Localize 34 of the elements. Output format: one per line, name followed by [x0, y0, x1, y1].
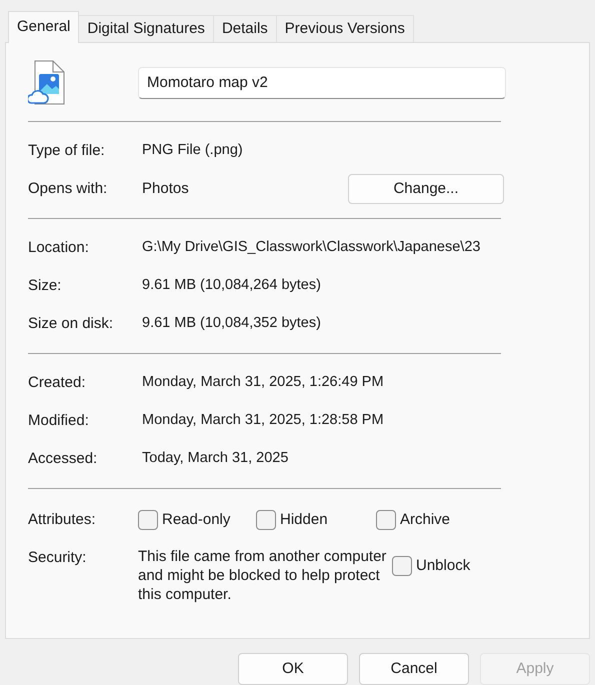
property-value: 9.61 MB (10,084,352 bytes) — [142, 314, 321, 334]
property-label: Size on disk: — [28, 314, 114, 334]
property-value: Photos — [142, 178, 190, 199]
checkbox[interactable] — [392, 556, 412, 576]
property-label: Modified: — [28, 410, 90, 431]
property-label: Accessed: — [28, 448, 98, 469]
tab[interactable]: Previous Versions — [276, 14, 414, 42]
change-button[interactable]: Change... — [348, 174, 504, 204]
property-value: PNG File (.png) — [142, 141, 243, 160]
checkbox[interactable] — [376, 510, 396, 530]
property-value: G:\My Drive\GIS_Classwork\Classwork\Japanese\23 — [142, 238, 480, 258]
property-value: Today, March 31, 2025 — [142, 449, 288, 468]
property-label: Security: — [28, 548, 88, 568]
checkbox-label: Hidden — [280, 510, 328, 530]
checkbox-label: Read-only — [162, 510, 230, 530]
property-value: Monday, March 31, 2025, 1:26:49 PM — [142, 373, 384, 392]
property-label: Location: — [28, 238, 90, 258]
property-value: Monday, March 31, 2025, 1:28:58 PM — [142, 411, 384, 430]
property-label: Type of file: — [28, 140, 106, 161]
image-file-icon — [28, 60, 66, 106]
file-name-field[interactable]: Momotaro map v2 — [138, 66, 506, 99]
property-label: Created: — [28, 372, 87, 393]
property-label: Opens with: — [28, 178, 108, 199]
tab[interactable]: General — [8, 10, 80, 43]
checkbox-label: Archive — [400, 510, 450, 530]
checkbox-label: Unblock — [416, 556, 470, 576]
dialog-button[interactable]: Cancel — [359, 653, 469, 685]
checkbox[interactable] — [138, 510, 158, 530]
security-message: This file came from another computer and might be blocked to help protect this computer. — [138, 546, 388, 604]
property-label: Size: — [28, 276, 62, 296]
property-value: 9.61 MB (10,084,264 bytes) — [142, 276, 321, 296]
property-label: Attributes: — [28, 510, 97, 530]
dialog-button[interactable]: OK — [238, 653, 348, 685]
checkbox[interactable] — [256, 510, 276, 530]
